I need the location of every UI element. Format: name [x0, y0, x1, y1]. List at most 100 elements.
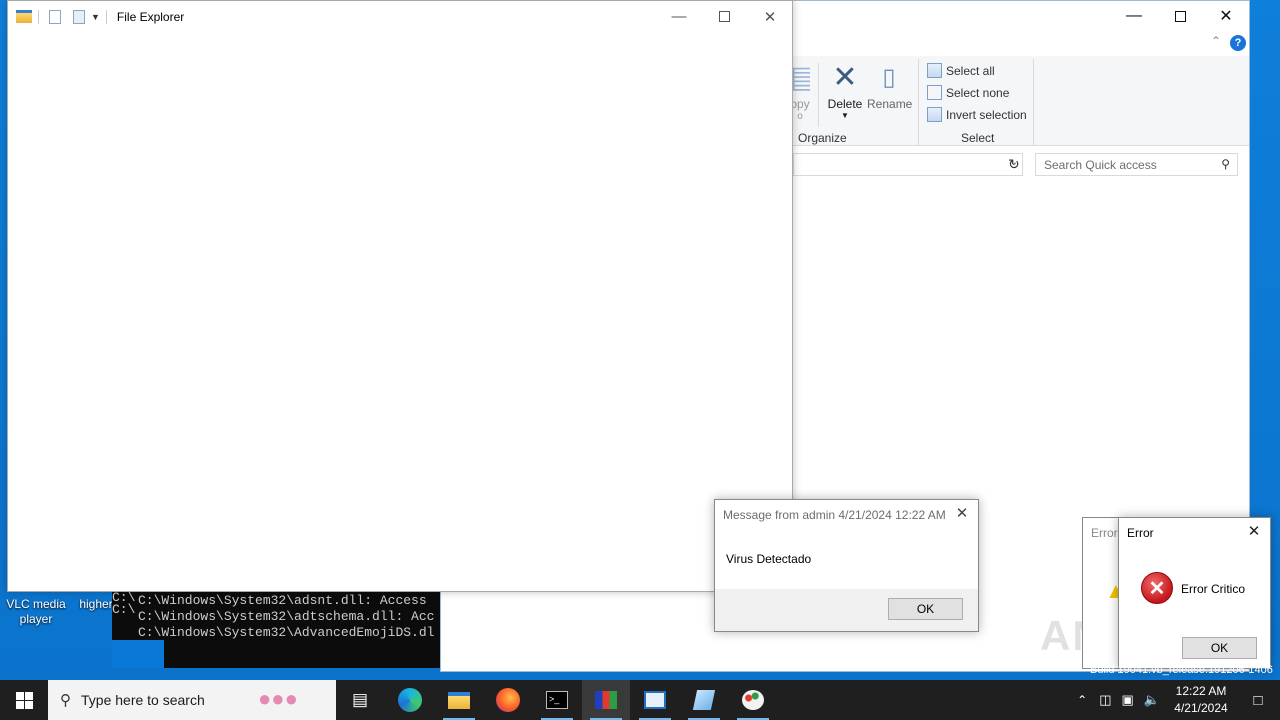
toolbar-separator — [38, 9, 39, 24]
properties-icon[interactable] — [49, 9, 61, 24]
desktop-icon-label: VLC media player — [6, 597, 66, 626]
rename-button[interactable]: ▯ Rename — [867, 61, 913, 111]
message-dialog-titlebar: Message from admin 4/21/2024 12:22 AM ✕ — [715, 500, 978, 530]
app-icon — [595, 691, 617, 709]
ribbon-separator — [818, 63, 819, 127]
message-dialog[interactable]: Message from admin 4/21/2024 12:22 AM ✕ … — [714, 499, 979, 632]
minimize-icon: — — [1126, 7, 1142, 24]
close-icon[interactable]: ✕ — [1244, 522, 1264, 544]
taskbar-search[interactable]: ⚲ Type here to search ●●● — [48, 680, 336, 720]
address-bar[interactable]: ⌄ — [793, 153, 1023, 176]
refresh-icon[interactable]: ↻ — [1008, 156, 1020, 173]
copy-button[interactable]: ▤ opy o — [790, 61, 810, 122]
ok-button[interactable]: OK — [1182, 637, 1257, 659]
titlebar: ▼ File Explorer — ✕ — [8, 1, 792, 32]
folder-icon — [16, 10, 32, 23]
notepad-icon — [692, 690, 716, 710]
copy-label: opy — [790, 97, 810, 111]
firefox-icon — [496, 688, 520, 712]
console-prefix: C:\ C:\ — [112, 590, 138, 618]
select-none-label: Select none — [946, 85, 1010, 100]
error-icon: ✕ — [1141, 572, 1173, 604]
console-window[interactable]: C:\ C:\ C:\Windows\System32\adsnt.dll: A… — [112, 590, 440, 668]
search-icon: ⚲ — [60, 692, 71, 709]
copy-label-2: o — [797, 111, 803, 122]
invert-selection-icon — [927, 107, 942, 122]
clock[interactable]: 12:22 AM 4/21/2024 — [1166, 683, 1236, 717]
search-input[interactable]: Search Quick access ⚲ — [1035, 153, 1238, 176]
toolbar-separator — [105, 9, 107, 24]
select-none-button[interactable]: Select none — [927, 85, 1009, 100]
taskbar-cmd[interactable]: >_ — [533, 680, 581, 720]
message-dialog-title: Message from admin 4/21/2024 12:22 AM — [723, 508, 946, 522]
console-line: C:\Windows\System32\adsnt.dll: Access — [138, 593, 427, 608]
file-explorer-window[interactable]: ▼ File Explorer — ✕ — [7, 0, 793, 592]
window-title: File Explorer — [116, 9, 185, 24]
ribbon-collapse-icon[interactable]: ⌃ — [1211, 34, 1221, 48]
taskbar-edge[interactable] — [386, 680, 434, 720]
maximize-icon — [718, 11, 730, 22]
windows-icon — [15, 691, 33, 709]
window-icon — [644, 691, 666, 709]
maximize-button[interactable] — [701, 1, 747, 32]
task-view-button[interactable]: ▤ — [336, 680, 384, 720]
console-line: C:\Windows\System32\AdvancedEmojiDS.dl — [138, 625, 435, 640]
error-dialog[interactable]: Error ✕ ✕ Error Critico OK — [1118, 517, 1271, 669]
notification-icon[interactable]: □ — [1236, 692, 1280, 709]
close-icon: ✕ — [763, 8, 777, 26]
security-icon[interactable]: ◫ — [1099, 692, 1111, 708]
rename-label: Rename — [867, 97, 913, 111]
select-all-label: Select all — [946, 63, 995, 78]
volume-icon[interactable]: 🔈 — [1144, 692, 1160, 708]
dropdown-icon: ▼ — [841, 111, 849, 120]
error-dialog-back-title: Error — [1091, 526, 1118, 540]
desktop-gap — [112, 640, 164, 668]
help-icon[interactable]: ? — [1230, 35, 1246, 51]
close-button[interactable]: ✕ — [1203, 1, 1249, 31]
easter-eggs-icon: ●●● — [258, 686, 298, 711]
console-prefix-line: C:\ — [112, 602, 136, 617]
close-icon: ✕ — [1219, 8, 1233, 25]
invert-selection-button[interactable]: Invert selection — [927, 107, 1027, 122]
taskbar-app[interactable] — [631, 680, 679, 720]
folder-icon — [448, 691, 470, 709]
start-button[interactable] — [0, 680, 48, 720]
task-view-icon: ▤ — [351, 690, 369, 709]
maximize-button[interactable] — [1157, 1, 1203, 31]
network-icon[interactable]: ▣ — [1122, 692, 1134, 708]
select-all-button[interactable]: Select all — [927, 63, 995, 78]
close-button[interactable]: ✕ — [747, 1, 793, 32]
paint-icon — [742, 690, 764, 710]
minimize-icon: — — [671, 8, 687, 25]
console-line: C:\Windows\System32\adtschema.dll: Acc — [138, 609, 435, 624]
new-folder-icon[interactable] — [73, 9, 85, 24]
delete-button[interactable]: ✕ Delete ▼ — [825, 61, 865, 120]
system-tray: ⌃ ◫ ▣ 🔈 12:22 AM 4/21/2024 □ — [1077, 680, 1280, 720]
taskbar: ⚲ Type here to search ●●● ▤ >_ ⌃ ◫ ▣ 🔈 1… — [0, 680, 1280, 720]
select-group-label: Select — [961, 131, 995, 145]
rename-icon: ▯ — [882, 64, 896, 91]
ok-button[interactable]: OK — [888, 598, 963, 620]
minimize-button[interactable]: — — [1111, 1, 1157, 31]
console-output: C:\Windows\System32\adsnt.dll: Access C:… — [138, 593, 434, 641]
taskbar-firefox[interactable] — [484, 680, 532, 720]
select-none-icon — [927, 85, 942, 100]
edge-icon — [398, 688, 422, 712]
desktop-icon-label: higher — [79, 597, 113, 611]
quick-access-toolbar: ▼ — [16, 9, 107, 24]
terminal-icon: >_ — [546, 691, 568, 709]
message-dialog-body: Virus Detectado — [726, 552, 812, 566]
minimize-button[interactable]: — — [656, 1, 702, 32]
taskbar-paint[interactable] — [729, 680, 777, 720]
taskbar-notepad[interactable] — [680, 680, 728, 720]
clock-date: 4/21/2024 — [1174, 701, 1228, 715]
maximize-icon — [1174, 10, 1186, 22]
close-icon[interactable]: ✕ — [952, 504, 972, 526]
taskbar-file-explorer[interactable] — [435, 680, 483, 720]
chevron-up-icon[interactable]: ⌃ — [1077, 693, 1087, 707]
desktop-icon-vlc[interactable]: VLC media player — [4, 597, 68, 627]
customize-toolbar-icon[interactable]: ▼ — [91, 12, 100, 22]
taskbar-app-active[interactable] — [582, 680, 630, 720]
organize-group-label: Organize — [798, 131, 847, 145]
ribbon-separator — [918, 59, 919, 145]
